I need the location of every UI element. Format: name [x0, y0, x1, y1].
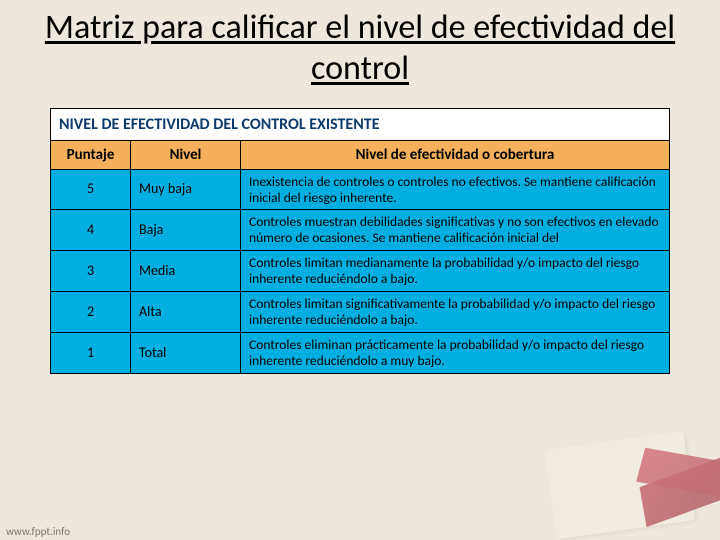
- cell-score: 2: [51, 292, 131, 333]
- table-row: 4 Baja Controles muestran debilidades si…: [51, 210, 670, 251]
- cell-level: Media: [131, 251, 241, 292]
- col-header-level: Nivel: [131, 140, 241, 169]
- cell-desc: Controles eliminan prácticamente la prob…: [241, 332, 670, 373]
- cell-desc: Controles limitan significativamente la …: [241, 292, 670, 333]
- cell-desc: Controles limitan medianamente la probab…: [241, 251, 670, 292]
- cell-score: 5: [51, 169, 131, 210]
- table-row: 3 Media Controles limitan medianamente l…: [51, 251, 670, 292]
- footer-url: www.fppt.info: [6, 525, 70, 538]
- cell-level: Total: [131, 332, 241, 373]
- table-columns-row: Puntaje Nivel Nivel de efectividad o cob…: [51, 140, 670, 169]
- table-row: 5 Muy baja Inexistencia de controles o c…: [51, 169, 670, 210]
- table-row: 1 Total Controles eliminan prácticamente…: [51, 332, 670, 373]
- cell-level: Muy baja: [131, 169, 241, 210]
- cell-desc: Controles muestran debilidades significa…: [241, 210, 670, 251]
- cell-score: 4: [51, 210, 131, 251]
- cell-score: 3: [51, 251, 131, 292]
- col-header-score: Puntaje: [51, 140, 131, 169]
- col-header-desc: Nivel de efectividad o cobertura: [241, 140, 670, 169]
- cell-score: 1: [51, 332, 131, 373]
- cell-desc: Inexistencia de controles o controles no…: [241, 169, 670, 210]
- effectiveness-table: NIVEL DE EFECTIVIDAD DEL CONTROL EXISTEN…: [50, 108, 670, 374]
- cell-level: Alta: [131, 292, 241, 333]
- table-header-row: NIVEL DE EFECTIVIDAD DEL CONTROL EXISTEN…: [51, 108, 670, 140]
- decoration-scroll: [540, 420, 720, 540]
- slide-title: Matriz para calificar el nivel de efecti…: [0, 0, 720, 94]
- table-row: 2 Alta Controles limitan significativame…: [51, 292, 670, 333]
- table-main-header: NIVEL DE EFECTIVIDAD DEL CONTROL EXISTEN…: [51, 108, 670, 140]
- cell-level: Baja: [131, 210, 241, 251]
